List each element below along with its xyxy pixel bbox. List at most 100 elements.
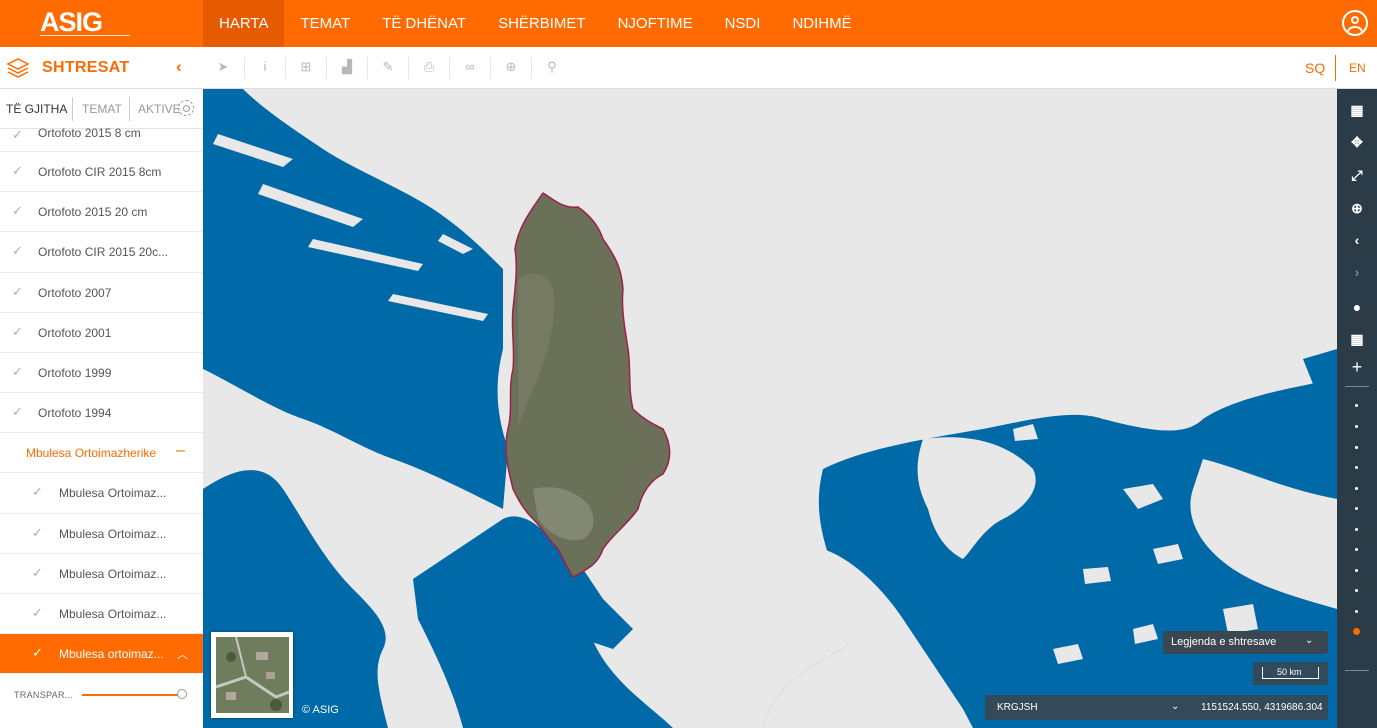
layer-item[interactable]: ✓ Ortofoto 1999 [0,353,203,394]
transparency-slider[interactable] [82,694,181,696]
right-toolbar: ▦ ✥ ⤢ ⊕ ‹ › ● ▦ + [1337,89,1377,728]
tab-temat[interactable]: TEMAT [82,102,122,116]
check-icon[interactable]: ✓ [32,605,43,621]
layer-item[interactable]: ✓ Ortofoto 2015 20 cm [0,192,203,233]
check-icon[interactable]: ✓ [32,645,43,661]
print-icon[interactable]: ⎙ [420,58,438,76]
edit-icon[interactable]: ✎ [379,58,397,76]
nav-te-dhenat[interactable]: TË DHËNAT [366,0,482,47]
nav-temat[interactable]: TEMAT [284,0,366,47]
layer-item[interactable]: ✓ Ortofoto CIR 2015 8cm [0,152,203,193]
layer-item[interactable]: ✓ Ortofoto 2007 [0,273,203,313]
check-icon[interactable]: ✓ [12,324,23,340]
check-icon[interactable]: ✓ [32,525,43,541]
divider [408,57,409,79]
gear-icon[interactable] [178,100,194,116]
zoom-level[interactable] [1355,610,1358,613]
layer-group[interactable]: Mbulesa Ortoimazherike – [0,433,203,474]
basemap-thumbnail[interactable] [211,632,293,718]
crs-select[interactable]: KRGJSH [997,702,1038,713]
collapse-icon[interactable]: – [176,442,185,460]
layers-icon [6,58,30,78]
back-icon[interactable]: ‹ [1337,225,1377,255]
tools-bar: SHTRESAT ‹ ➤ i ⊞ ▟ ✎ ⎙ ∞ ⊕ ⚲ SQ EN [0,47,1377,89]
zoom-in-icon[interactable]: ⊕ [1337,193,1377,223]
nav-nsdi[interactable]: NSDI [709,0,777,47]
lang-sq-button[interactable]: SQ [1305,60,1325,76]
forward-icon[interactable]: › [1337,257,1377,287]
zoom-level[interactable] [1355,404,1358,407]
check-icon[interactable]: ✓ [12,163,23,179]
tab-aktive[interactable]: AKTIVE [138,102,181,116]
add-circle-icon[interactable]: ⊕ [502,58,520,76]
check-icon[interactable]: ✓ [12,404,23,420]
layer-item[interactable]: ✓ Ortofoto CIR 2015 20c... [0,232,203,273]
zoom-level[interactable] [1355,425,1358,428]
map-icon[interactable]: ▦ [1337,95,1377,125]
zoom-level[interactable] [1355,507,1358,510]
layer-item[interactable]: ✓ Ortofoto 2015 8 cm [0,126,203,152]
nav-njoftime[interactable]: NJOFTIME [602,0,709,47]
sidebar-tabs: TË GJITHA TEMAT AKTIVE [0,89,203,129]
zoom-level[interactable] [1355,548,1358,551]
chevron-down-icon[interactable]: ⌄ [1171,701,1179,712]
zoom-level[interactable] [1355,466,1358,469]
sea-black-sea-edge [1303,349,1337,389]
search-icon[interactable]: ⚲ [543,58,561,76]
zoom-level[interactable] [1355,446,1358,449]
expand-icon[interactable]: ⤢ [1337,160,1377,190]
asig-logo[interactable]: ASIG [40,7,103,38]
slider-handle[interactable] [177,689,187,699]
add-box-icon[interactable]: ⊞ [297,58,315,76]
sub-layer-item[interactable]: ✓ Mbulesa Ortoimaz... [0,514,203,554]
zoom-level[interactable] [1355,569,1358,572]
zoom-level-active[interactable] [1353,628,1360,635]
grid-icon[interactable]: ▦ [1337,324,1377,354]
nav-ndihme[interactable]: NDIHMË [776,0,867,47]
check-icon[interactable]: ✓ [12,127,23,143]
check-icon[interactable]: ✓ [12,284,23,300]
chevron-left-icon[interactable]: ‹ [176,57,182,77]
check-icon[interactable]: ✓ [12,243,23,259]
island [1263,534,1298,564]
tab-te-gjitha[interactable]: TË GJITHA [6,102,67,116]
globe-icon[interactable]: ● [1337,292,1377,322]
area-chart-icon[interactable]: ▟ [338,58,356,76]
nav-sherbimet[interactable]: SHËRBIMET [482,0,602,47]
divider [285,57,286,79]
layers-sidebar: TË GJITHA TEMAT AKTIVE ✓ Ortofoto 2015 8… [0,89,203,728]
nav-harta[interactable]: HARTA [203,0,285,47]
user-icon[interactable] [1342,10,1368,36]
check-icon[interactable]: ✓ [12,203,23,219]
sub-layer-item[interactable]: ✓ Mbulesa Ortoimaz... [0,473,203,514]
legend-toggle[interactable]: Legjenda e shtresave ⌄ [1163,631,1328,654]
check-icon[interactable]: ✓ [12,364,23,380]
layer-item[interactable]: ✓ Ortofoto 1994 [0,393,203,434]
logo-subtitle-line [40,35,130,38]
lang-en-button[interactable]: EN [1349,61,1366,75]
top-navbar: ASIG HARTA TEMAT TË DHËNAT SHËRBIMET NJO… [0,0,1377,47]
zoom-level[interactable] [1355,528,1358,531]
layer-item[interactable]: ✓ Ortofoto 2001 [0,313,203,353]
check-icon[interactable]: ✓ [32,484,43,500]
layer-list: ✓ Ortofoto 2015 8 cm ✓ Ortofoto CIR 2015… [0,126,203,675]
pointer-icon[interactable]: ➤ [214,58,232,76]
sub-layer-item[interactable]: ✓ Mbulesa Ortoimaz... [0,594,203,635]
chevron-up-icon[interactable]: ︿ [177,646,188,662]
transparency-label: TRANSPAR... [14,690,74,700]
sub-layer-item-active[interactable]: ✓ Mbulesa ortoimaz... ︿ [0,634,203,675]
link-icon[interactable]: ∞ [461,58,479,76]
transparency-control: TRANSPAR... [0,679,203,709]
zoom-level[interactable] [1355,589,1358,592]
divider [129,97,130,121]
info-icon[interactable]: i [256,58,274,76]
divider [244,57,245,79]
plus-icon[interactable]: + [1337,352,1377,382]
zoom-level[interactable] [1355,487,1358,490]
sub-layer-item[interactable]: ✓ Mbulesa Ortoimaz... [0,554,203,594]
zoom-out-icon[interactable] [1345,670,1369,671]
divider [1345,386,1369,387]
divider [449,57,450,79]
check-icon[interactable]: ✓ [32,565,43,581]
fullscreen-icon[interactable]: ✥ [1337,127,1377,157]
